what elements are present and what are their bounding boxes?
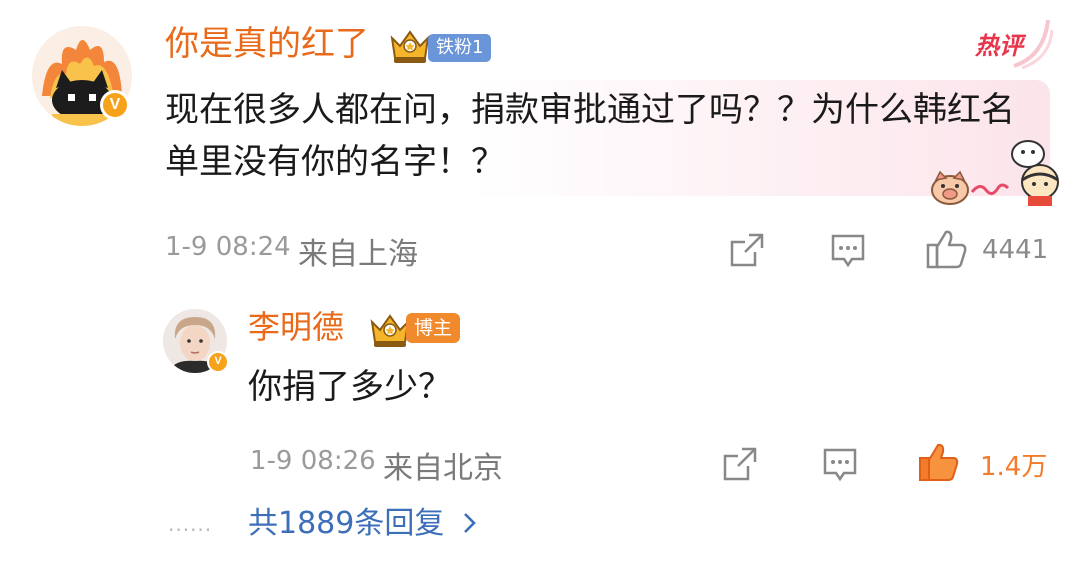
blogger-badge: 博主 (406, 313, 461, 343)
reply-like-button[interactable] (918, 442, 960, 482)
comment-time: 1-9 08:24 (165, 232, 291, 262)
share-icon (723, 447, 757, 481)
pig-dog-sticker-icon (931, 140, 1059, 206)
reply-avatar[interactable]: V (163, 309, 229, 373)
verified-badge-icon: V (100, 90, 130, 120)
reply-username[interactable]: 李明德 (248, 305, 344, 349)
reply-share-button[interactable] (722, 446, 758, 482)
like-icon-filled (919, 443, 959, 481)
comment-icon (831, 234, 865, 268)
fan-level-badge: 铁粉1 (428, 34, 492, 62)
view-more-replies-link[interactable]: 共1889条回复 (248, 504, 480, 544)
verified-badge-icon: V (207, 351, 229, 373)
reply-like-count: 1.4万 (980, 452, 1048, 482)
comment-text: 现在很多人都在问，捐款审批通过了吗？？为什么韩红名单里没有你的名字！？ (165, 90, 1015, 182)
like-button[interactable] (926, 229, 968, 269)
chevron-right-icon (463, 513, 476, 533)
more-replies-label: 共1889条回复 (248, 506, 445, 541)
comment-location: 来自上海 (298, 237, 418, 272)
comment-button[interactable] (830, 233, 866, 269)
reply-time: 1-9 08:26 (250, 446, 376, 476)
reply-location: 来自北京 (383, 451, 503, 486)
like-icon (926, 230, 967, 269)
reply-comment-button[interactable] (822, 447, 858, 483)
reply-text: 你捐了多少？ (248, 367, 452, 407)
like-count: 4441 (982, 235, 1049, 265)
comment-icon (823, 448, 857, 482)
crown-icon (388, 26, 432, 66)
comment-username[interactable]: 你是真的红了 (165, 22, 369, 66)
more-dots: ...... (168, 512, 213, 536)
hot-comment-tag: 热评 (975, 32, 1023, 60)
share-button[interactable] (729, 232, 765, 268)
share-icon (730, 233, 764, 267)
avatar[interactable]: V (32, 26, 132, 126)
